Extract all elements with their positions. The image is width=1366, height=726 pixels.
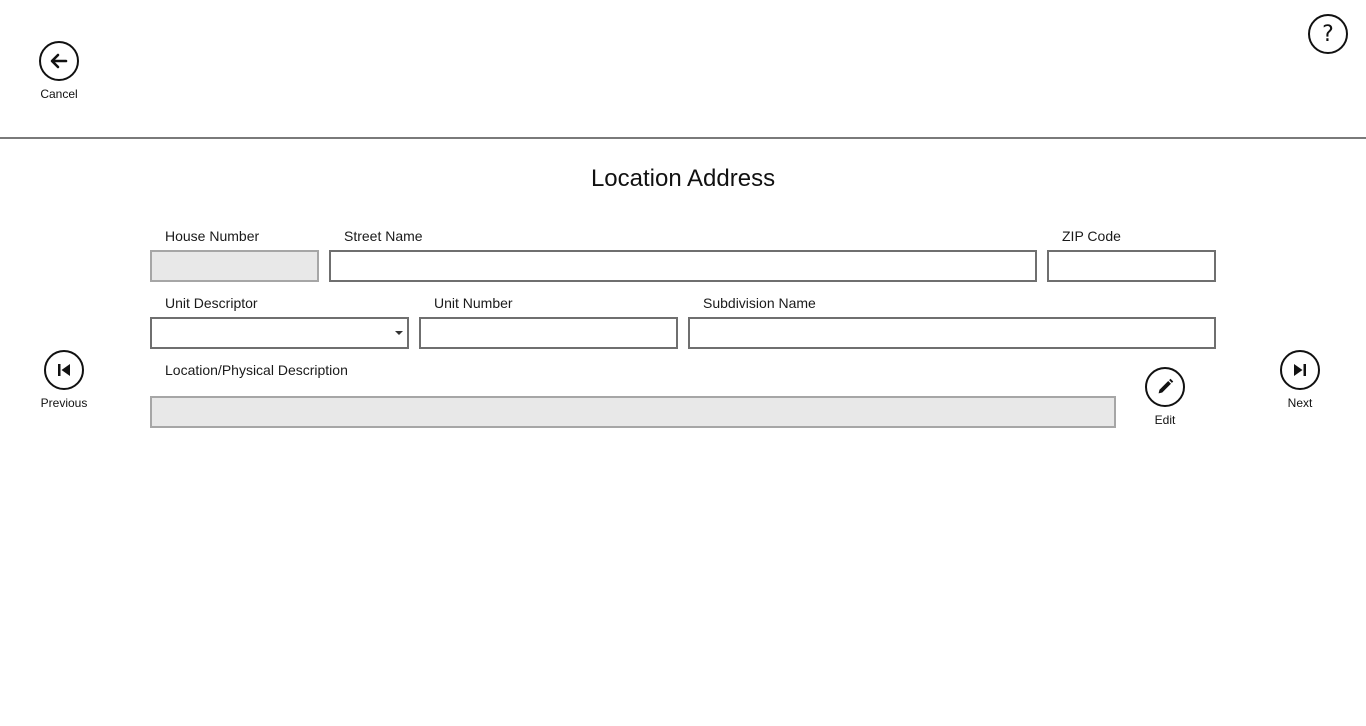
previous-label: Previous: [40, 396, 88, 410]
next-button[interactable]: [1280, 350, 1320, 390]
skip-previous-icon: [58, 364, 70, 376]
edit-button[interactable]: [1145, 367, 1185, 407]
unit-number-field[interactable]: [419, 317, 678, 349]
subdivision-name-label: Subdivision Name: [703, 295, 816, 311]
house-number-label: House Number: [165, 228, 260, 244]
house-number-field[interactable]: [150, 250, 319, 282]
help-button[interactable]: ?: [1308, 14, 1348, 54]
unit-descriptor-select[interactable]: [150, 317, 409, 349]
subdivision-name-field[interactable]: [688, 317, 1216, 349]
skip-next-icon: [1294, 364, 1306, 376]
chevron-down-icon: [395, 331, 403, 335]
arrow-left-icon: [50, 53, 68, 69]
edit-label: Edit: [1154, 413, 1176, 427]
zip-code-label: ZIP Code: [1062, 228, 1121, 244]
question-mark-icon: ?: [1322, 21, 1334, 47]
pencil-icon: [1158, 378, 1174, 394]
location-description-field[interactable]: [150, 396, 1116, 428]
unit-descriptor-label: Unit Descriptor: [165, 295, 258, 311]
page-title: Location Address: [590, 165, 776, 192]
cancel-label: Cancel: [40, 87, 78, 101]
zip-code-field[interactable]: [1047, 250, 1216, 282]
location-description-label: Location/Physical Description: [165, 362, 348, 378]
cancel-button[interactable]: [39, 41, 79, 81]
street-name-label: Street Name: [344, 228, 423, 244]
street-name-field[interactable]: [329, 250, 1037, 282]
header-divider: [0, 137, 1366, 139]
unit-number-label: Unit Number: [434, 295, 513, 311]
previous-button[interactable]: [44, 350, 84, 390]
next-label: Next: [1287, 396, 1313, 410]
